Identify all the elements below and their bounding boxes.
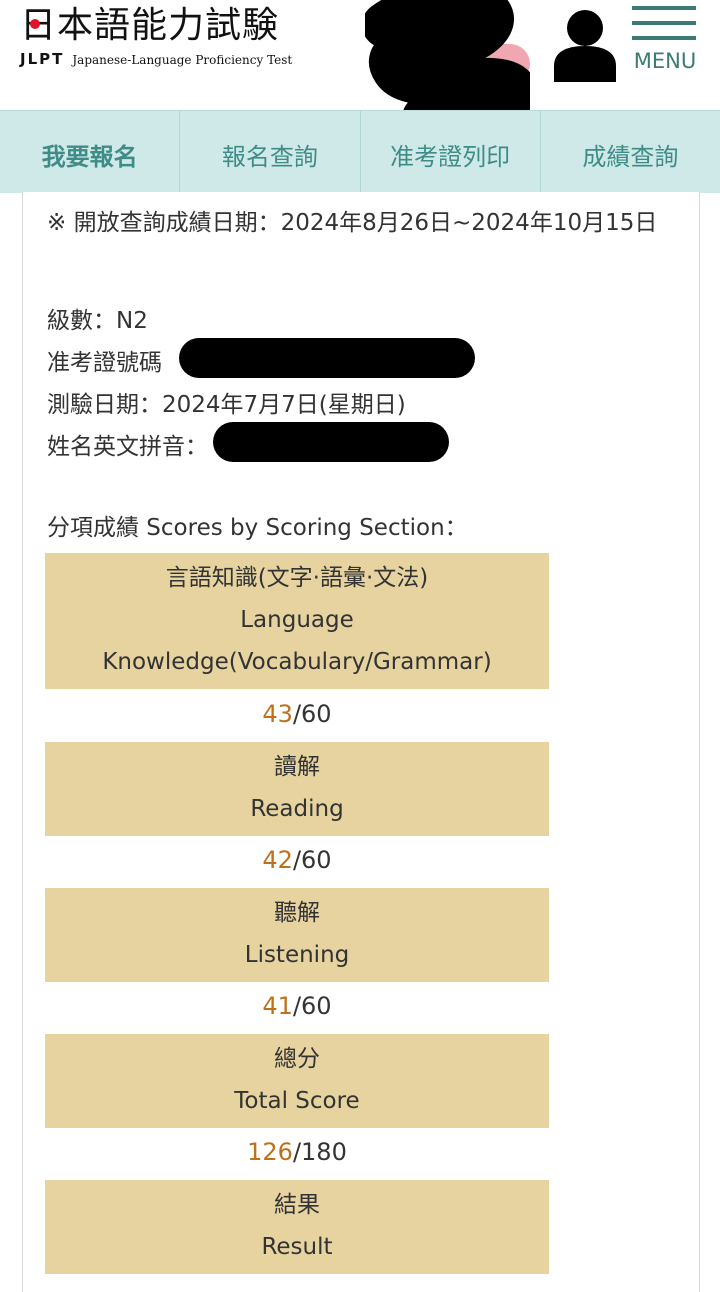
section-name-ja: 讀解 bbox=[274, 754, 320, 780]
section-name-ja: 結果 bbox=[274, 1192, 320, 1218]
tab-admission-ticket-print[interactable]: 准考證列印 bbox=[361, 111, 541, 193]
section-name-ja: 聽解 bbox=[274, 900, 320, 926]
score-value: 43 bbox=[262, 700, 293, 728]
score-value: 42 bbox=[262, 846, 293, 874]
menu-label: MENU bbox=[633, 49, 697, 73]
score-section-header: 總分 Total Score bbox=[45, 1034, 549, 1128]
hamburger-icon-bar bbox=[632, 21, 696, 25]
section-name-en: Total Score bbox=[234, 1088, 360, 1114]
logo-abbr: JLPT bbox=[20, 50, 65, 68]
section-score: 43/60 bbox=[45, 700, 549, 728]
level-text: 級數：N2 bbox=[47, 308, 148, 334]
score-max: /180 bbox=[292, 1138, 347, 1166]
section-score: 42/60 bbox=[45, 846, 549, 874]
hamburger-icon-bar bbox=[632, 36, 696, 40]
logo-title-text: 日本語能力試験 bbox=[20, 5, 280, 46]
score-result-card: ※ 開放查詢成績日期：2024年8月26日~2024年10月15日 級數：N2 … bbox=[22, 192, 700, 1292]
section-name-en-2: Knowledge(Vocabulary/Grammar) bbox=[102, 649, 492, 675]
tab-registration-inquiry[interactable]: 報名查詢 bbox=[180, 111, 361, 193]
name-label: 姓名英文拼音： bbox=[47, 434, 208, 460]
logo-title: 日本語能力試験 bbox=[20, 6, 292, 46]
result-section-header: 結果 Result bbox=[45, 1180, 549, 1274]
menu-button[interactable]: MENU bbox=[632, 6, 698, 86]
score-section-header: 言語知識(文字·語彙·文法) Language Knowledge(Vocabu… bbox=[45, 553, 549, 689]
section-score: 126/180 bbox=[45, 1138, 549, 1166]
section-name-en: Language bbox=[240, 607, 354, 633]
section-name-en: Listening bbox=[244, 942, 350, 968]
section-name-ja: 總分 bbox=[274, 1046, 320, 1072]
score-max: /60 bbox=[292, 700, 332, 728]
scores-section-title: 分項成績 Scores by Scoring Section： bbox=[47, 515, 468, 541]
main-nav: 我要報名 報名查詢 准考證列印 成績查詢 bbox=[0, 110, 720, 193]
score-max: /60 bbox=[292, 992, 332, 1020]
tab-score-inquiry[interactable]: 成績查詢 bbox=[541, 111, 720, 193]
score-section-header: 讀解 Reading bbox=[45, 742, 549, 836]
user-account-icon[interactable] bbox=[552, 8, 618, 82]
inquiry-period-notice: ※ 開放查詢成績日期：2024年8月26日~2024年10月15日 bbox=[47, 210, 658, 236]
score-value: 41 bbox=[262, 992, 293, 1020]
score-section-header: 聽解 Listening bbox=[45, 888, 549, 982]
rising-sun-icon bbox=[30, 19, 40, 29]
tab-register[interactable]: 我要報名 bbox=[0, 111, 181, 193]
exam-number-label: 准考證號碼 bbox=[47, 350, 162, 376]
section-name-ja: 言語知識(文字·語彙·文法) bbox=[165, 565, 429, 591]
section-name-en: Result bbox=[261, 1234, 333, 1260]
score-value: 126 bbox=[247, 1138, 293, 1166]
jlpt-logo[interactable]: 日本語能力試験 JLPT Japanese-Language Proficien… bbox=[20, 6, 293, 69]
redaction-name bbox=[213, 422, 449, 462]
section-score: 41/60 bbox=[45, 992, 549, 1020]
hamburger-icon bbox=[632, 6, 696, 10]
test-date-text: 測驗日期：2024年7月7日(星期日) bbox=[47, 392, 406, 418]
site-header: 日本語能力試験 JLPT Japanese-Language Proficien… bbox=[0, 0, 720, 130]
redaction-exam-number bbox=[179, 338, 475, 378]
score-max: /60 bbox=[292, 846, 332, 874]
section-name-en: Reading bbox=[250, 796, 344, 822]
logo-subtitle: Japanese-Language Proficiency Test bbox=[72, 53, 293, 67]
